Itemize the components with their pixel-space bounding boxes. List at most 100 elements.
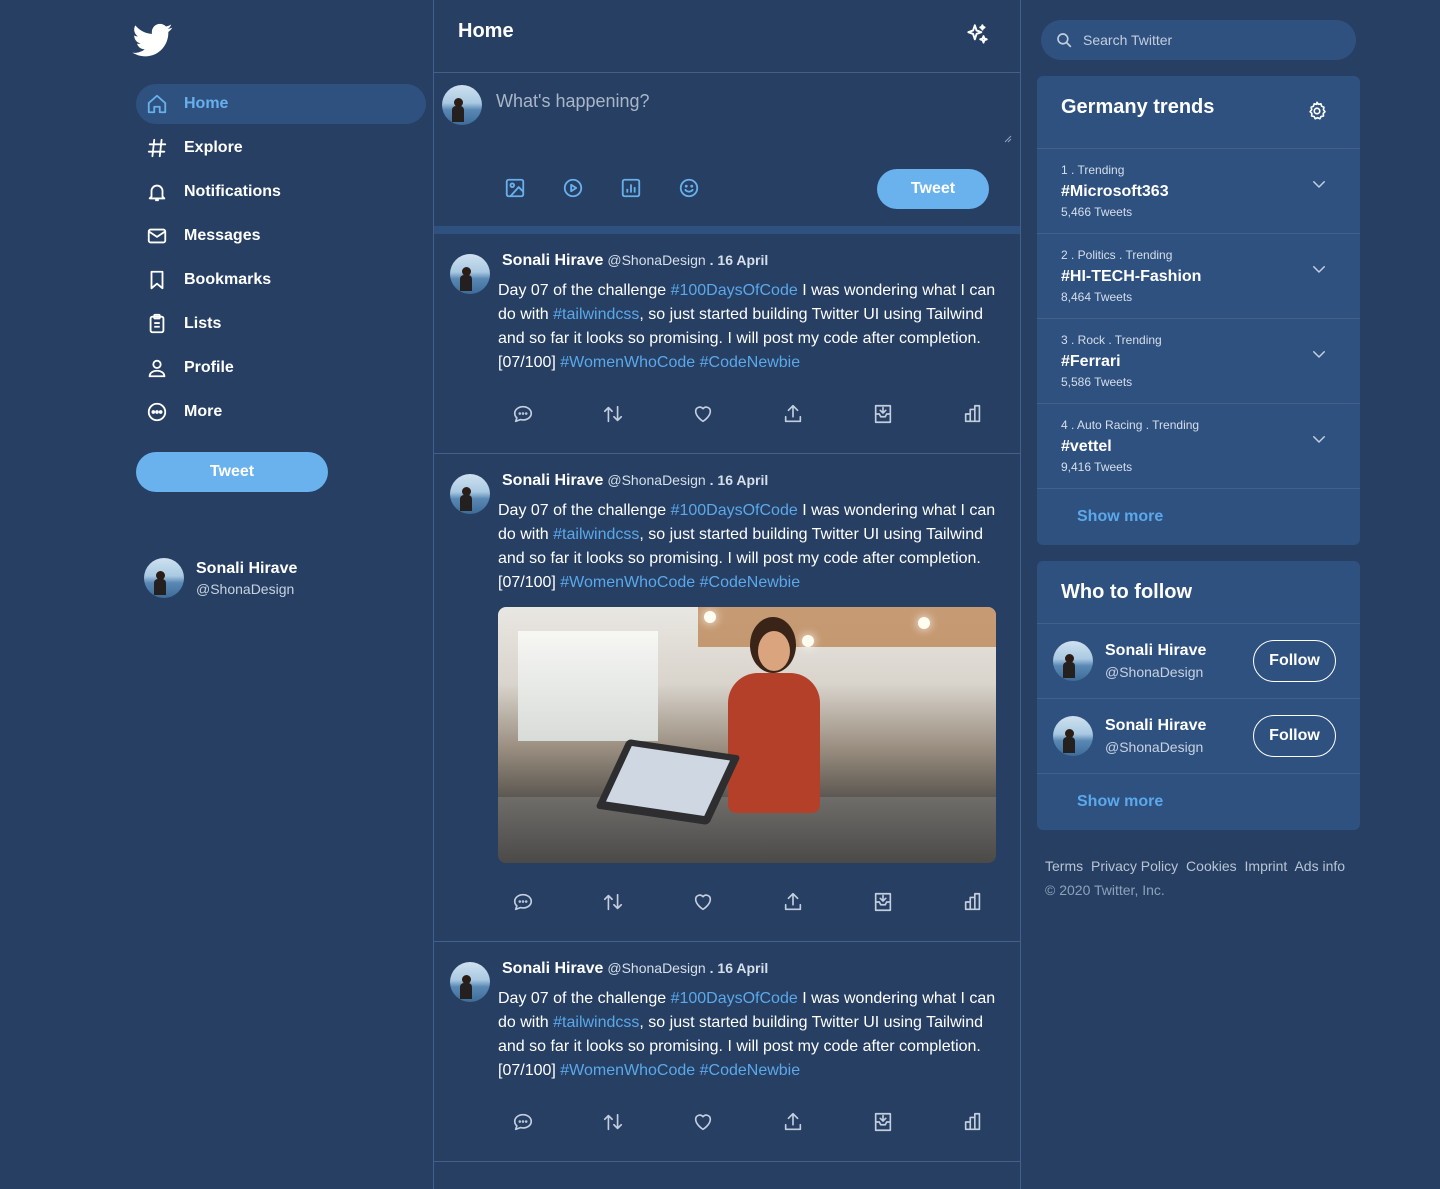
envelope-icon xyxy=(146,225,168,247)
hashtag-link[interactable]: #CodeNewbie xyxy=(700,354,801,371)
home-feed: Home Tweet So xyxy=(433,0,1021,1189)
chevron-down-icon[interactable] xyxy=(1310,260,1328,278)
tweet-author-handle[interactable]: @ShonaDesign xyxy=(607,960,705,976)
trends-panel: Germany trends 1 . Trending #Microsoft36… xyxy=(1037,76,1360,545)
emoji-icon[interactable] xyxy=(678,177,700,199)
hashtag-link[interactable]: #tailwindcss xyxy=(553,1014,639,1031)
gif-play-icon[interactable] xyxy=(562,177,584,199)
tweet[interactable]: Sonali Hirave @ShonaDesign . 16 April Da… xyxy=(434,234,1020,454)
footer-link-privacy[interactable]: Privacy Policy xyxy=(1091,858,1178,874)
nav-item-lists[interactable]: Lists xyxy=(136,304,426,344)
avatar[interactable] xyxy=(1053,716,1093,756)
tweet-input[interactable] xyxy=(496,91,1012,143)
reply-icon[interactable] xyxy=(512,1111,534,1133)
analytics-icon[interactable] xyxy=(962,403,984,425)
hashtag-link[interactable]: #100DaysOfCode xyxy=(671,502,798,519)
hashtag-link[interactable]: #CodeNewbie xyxy=(700,574,801,591)
share-icon[interactable] xyxy=(782,1111,804,1133)
share-icon[interactable] xyxy=(782,403,804,425)
retweet-icon[interactable] xyxy=(602,891,624,913)
clipboard-list-icon xyxy=(146,313,168,335)
image-icon[interactable] xyxy=(504,177,526,199)
search-input[interactable] xyxy=(1083,32,1343,48)
avatar[interactable] xyxy=(450,254,490,294)
hashtag-link[interactable]: #WomenWhoCode xyxy=(560,574,695,591)
chevron-down-icon[interactable] xyxy=(1310,345,1328,363)
avatar[interactable] xyxy=(450,962,490,1002)
tweet-header: Sonali Hirave @ShonaDesign . 16 April xyxy=(502,252,1020,270)
twitter-bird-logo-icon[interactable] xyxy=(130,20,176,60)
hashtag-link[interactable]: #tailwindcss xyxy=(553,306,639,323)
analytics-icon[interactable] xyxy=(962,891,984,913)
tweet-header: Sonali Hirave @ShonaDesign . 16 April xyxy=(502,960,1020,978)
gear-icon[interactable] xyxy=(1306,100,1328,122)
trend-hashtag: #Microsoft363 xyxy=(1061,183,1169,200)
nav-item-bookmarks[interactable]: Bookmarks xyxy=(136,260,426,300)
poll-icon[interactable] xyxy=(620,177,642,199)
hashtag-link[interactable]: #WomenWhoCode xyxy=(560,1062,695,1079)
chevron-down-icon[interactable] xyxy=(1310,175,1328,193)
retweet-icon[interactable] xyxy=(602,403,624,425)
retweet-icon[interactable] xyxy=(602,1111,624,1133)
bookmark-download-icon[interactable] xyxy=(872,891,894,913)
follow-show-more-link[interactable]: Show more xyxy=(1037,774,1360,830)
analytics-icon[interactable] xyxy=(962,1111,984,1133)
sparkle-icon[interactable] xyxy=(964,22,990,48)
tweet-author-name[interactable]: Sonali Hirave xyxy=(502,252,603,270)
nav-item-messages[interactable]: Messages xyxy=(136,216,426,256)
tweet-author-name[interactable]: Sonali Hirave xyxy=(502,472,603,490)
follow-suggestion[interactable]: Sonali Hirave @ShonaDesign Follow xyxy=(1037,699,1360,774)
trends-title: Germany trends xyxy=(1061,96,1215,118)
hashtag-link[interactable]: #100DaysOfCode xyxy=(671,990,798,1007)
follow-button[interactable]: Follow xyxy=(1253,715,1336,757)
trend-meta: 3 . Rock . Trending xyxy=(1061,333,1162,347)
reply-icon[interactable] xyxy=(512,891,534,913)
tweet-author-handle[interactable]: @ShonaDesign xyxy=(607,252,705,268)
follow-suggestion[interactable]: Sonali Hirave @ShonaDesign Follow xyxy=(1037,624,1360,699)
share-icon[interactable] xyxy=(782,891,804,913)
hashtag-link[interactable]: #tailwindcss xyxy=(553,526,639,543)
tweet-photo[interactable] xyxy=(498,607,996,863)
avatar[interactable] xyxy=(450,474,490,514)
resize-grip-icon[interactable] xyxy=(1002,133,1012,143)
account-switcher[interactable]: Sonali Hirave @ShonaDesign xyxy=(144,558,297,598)
nav-item-explore[interactable]: Explore xyxy=(136,128,426,168)
hashtag-link[interactable]: #CodeNewbie xyxy=(700,1062,801,1079)
tweet-author-name[interactable]: Sonali Hirave xyxy=(502,960,603,978)
nav-item-more[interactable]: More xyxy=(136,392,426,432)
footer-link-terms[interactable]: Terms xyxy=(1045,858,1083,874)
hashtag-link[interactable]: #100DaysOfCode xyxy=(671,282,798,299)
tweet[interactable]: Sonali Hirave @ShonaDesign . 16 April Da… xyxy=(434,454,1020,942)
tweet[interactable]: Sonali Hirave @ShonaDesign . 16 April Da… xyxy=(434,942,1020,1162)
like-heart-icon[interactable] xyxy=(692,403,714,425)
nav-label: Explore xyxy=(184,139,243,156)
sidebar-tweet-button[interactable]: Tweet xyxy=(136,452,328,492)
like-heart-icon[interactable] xyxy=(692,891,714,913)
nav-item-home[interactable]: Home xyxy=(136,84,426,124)
footer-link-ads[interactable]: Ads info xyxy=(1294,858,1345,874)
trend-hashtag: #Ferrari xyxy=(1061,353,1121,370)
footer-link-imprint[interactable]: Imprint xyxy=(1245,858,1288,874)
trend-item[interactable]: 3 . Rock . Trending #Ferrari 5,586 Tweet… xyxy=(1037,319,1360,404)
bookmark-download-icon[interactable] xyxy=(872,403,894,425)
search-icon xyxy=(1055,31,1073,49)
bookmark-download-icon[interactable] xyxy=(872,1111,894,1133)
chevron-down-icon[interactable] xyxy=(1310,430,1328,448)
trend-item[interactable]: 1 . Trending #Microsoft363 5,466 Tweets xyxy=(1037,149,1360,234)
who-to-follow-header: Who to follow xyxy=(1037,561,1360,624)
trend-item[interactable]: 2 . Politics . Trending #HI-TECH-Fashion… xyxy=(1037,234,1360,319)
search-bar[interactable] xyxy=(1041,20,1356,60)
follow-button[interactable]: Follow xyxy=(1253,640,1336,682)
hashtag-link[interactable]: #WomenWhoCode xyxy=(560,354,695,371)
trends-show-more-link[interactable]: Show more xyxy=(1037,489,1360,545)
nav-item-profile[interactable]: Profile xyxy=(136,348,426,388)
nav-item-notifications[interactable]: Notifications xyxy=(136,172,426,212)
photo-detail xyxy=(518,631,658,741)
footer-link-cookies[interactable]: Cookies xyxy=(1186,858,1237,874)
like-heart-icon[interactable] xyxy=(692,1111,714,1133)
reply-icon[interactable] xyxy=(512,403,534,425)
tweet-author-handle[interactable]: @ShonaDesign xyxy=(607,472,705,488)
composer-tweet-button[interactable]: Tweet xyxy=(877,169,989,209)
avatar[interactable] xyxy=(1053,641,1093,681)
trend-item[interactable]: 4 . Auto Racing . Trending #vettel 9,416… xyxy=(1037,404,1360,489)
